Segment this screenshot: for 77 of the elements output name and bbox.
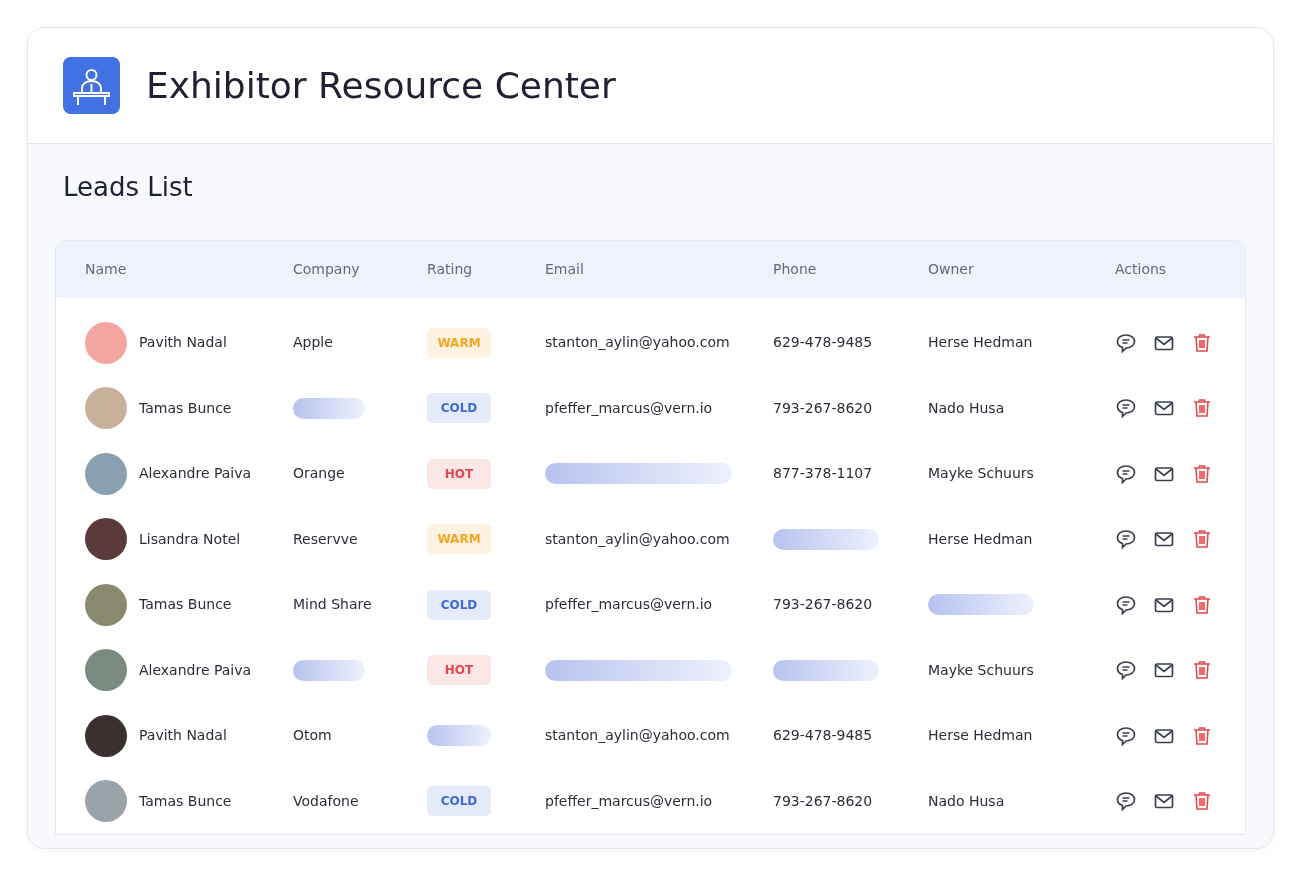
owner-text: Herse Hedman xyxy=(928,530,1033,547)
company-text: Vodafone xyxy=(293,792,359,809)
column-header: Name xyxy=(85,260,128,280)
lead-name: Tamas Bunce xyxy=(139,595,232,615)
phone-text: 793-267-8620 xyxy=(773,596,873,613)
avatar-placeholder xyxy=(85,583,127,626)
email-text: stanton_aylin@yahoo.com xyxy=(545,334,730,351)
email-text: pfeffer_marcus@vern.io xyxy=(545,399,713,416)
avatar-placeholder xyxy=(85,649,127,692)
avatar-placeholder xyxy=(85,780,127,823)
column-header: Rating xyxy=(427,260,474,280)
rating-badge: COLD xyxy=(427,393,491,424)
delete-icon[interactable] xyxy=(1191,462,1213,485)
avatar-placeholder xyxy=(85,387,127,430)
owner-text: Nado Husa xyxy=(928,399,1005,416)
column-header: Email xyxy=(545,260,585,280)
company-text: Orange xyxy=(293,465,345,482)
lead-name: Lisandra Notel xyxy=(139,529,241,549)
company-text: Otom xyxy=(293,727,332,744)
column-header: Owner xyxy=(928,260,975,280)
delete-icon[interactable] xyxy=(1191,724,1213,747)
owner-text: Mayke Schuurs xyxy=(928,661,1034,678)
phone-text: 793-267-8620 xyxy=(773,399,873,416)
rating-badge: WARM xyxy=(427,327,491,358)
lead-name: Tamas Bunce xyxy=(139,791,232,811)
delete-icon[interactable] xyxy=(1191,397,1213,420)
company-text: Mind Share xyxy=(293,596,372,613)
lead-name: Pavith Nadal xyxy=(139,726,227,746)
rating-badge: COLD xyxy=(427,589,491,620)
delete-icon[interactable] xyxy=(1191,528,1213,551)
column-header: Phone xyxy=(773,260,818,280)
loading-placeholder xyxy=(427,725,491,747)
phone-text: 629-478-9485 xyxy=(773,727,873,744)
column-header: Company xyxy=(293,260,361,280)
comment-icon[interactable] xyxy=(1115,331,1137,354)
comment-icon[interactable] xyxy=(1115,397,1137,420)
comment-icon[interactable] xyxy=(1115,593,1137,616)
delete-icon[interactable] xyxy=(1191,790,1213,813)
lead-name: Pavith Nadal xyxy=(139,333,227,353)
avatar-placeholder xyxy=(85,518,127,561)
rating-badge: WARM xyxy=(427,524,491,555)
avatar-placeholder xyxy=(85,452,127,495)
email-text: pfeffer_marcus@vern.io xyxy=(545,596,713,613)
owner-text: Herse Hedman xyxy=(928,334,1033,351)
company-text: Apple xyxy=(293,334,333,351)
phone-text: 629-478-9485 xyxy=(773,334,873,351)
lead-name: Alexandre Paiva xyxy=(139,464,252,484)
rating-badge: HOT xyxy=(427,458,491,489)
owner-text: Nado Husa xyxy=(928,792,1005,809)
rating-badge: HOT xyxy=(427,655,491,686)
lead-name: Tamas Bunce xyxy=(139,398,232,418)
app-title: Exhibitor Resource Center xyxy=(146,63,616,108)
company-text: Reservve xyxy=(293,530,358,547)
phone-text: 877-378-1107 xyxy=(773,465,873,482)
owner-text: Mayke Schuurs xyxy=(928,465,1034,482)
rating-badge: COLD xyxy=(427,786,491,817)
phone-text: 793-267-8620 xyxy=(773,792,873,809)
avatar-placeholder xyxy=(85,321,127,364)
loading-placeholder xyxy=(293,659,365,681)
email-text: stanton_aylin@yahoo.com xyxy=(545,530,730,547)
lead-name: Alexandre Paiva xyxy=(139,660,252,680)
loading-placeholder xyxy=(293,397,365,419)
column-header: Actions xyxy=(1115,260,1168,280)
email-text: stanton_aylin@yahoo.com xyxy=(545,727,730,744)
comment-icon[interactable] xyxy=(1115,790,1137,813)
presenter-logo-icon xyxy=(63,57,120,114)
comment-icon[interactable] xyxy=(1115,724,1137,747)
delete-icon[interactable] xyxy=(1191,331,1213,354)
email-text: pfeffer_marcus@vern.io xyxy=(545,792,713,809)
comment-icon[interactable] xyxy=(1115,659,1137,682)
comment-icon[interactable] xyxy=(1115,462,1137,485)
owner-text: Herse Hedman xyxy=(928,727,1033,744)
delete-icon[interactable] xyxy=(1191,593,1213,616)
comment-icon[interactable] xyxy=(1115,528,1137,551)
section-title: Leads List xyxy=(63,172,194,204)
delete-icon[interactable] xyxy=(1191,659,1213,682)
avatar-placeholder xyxy=(85,714,127,757)
